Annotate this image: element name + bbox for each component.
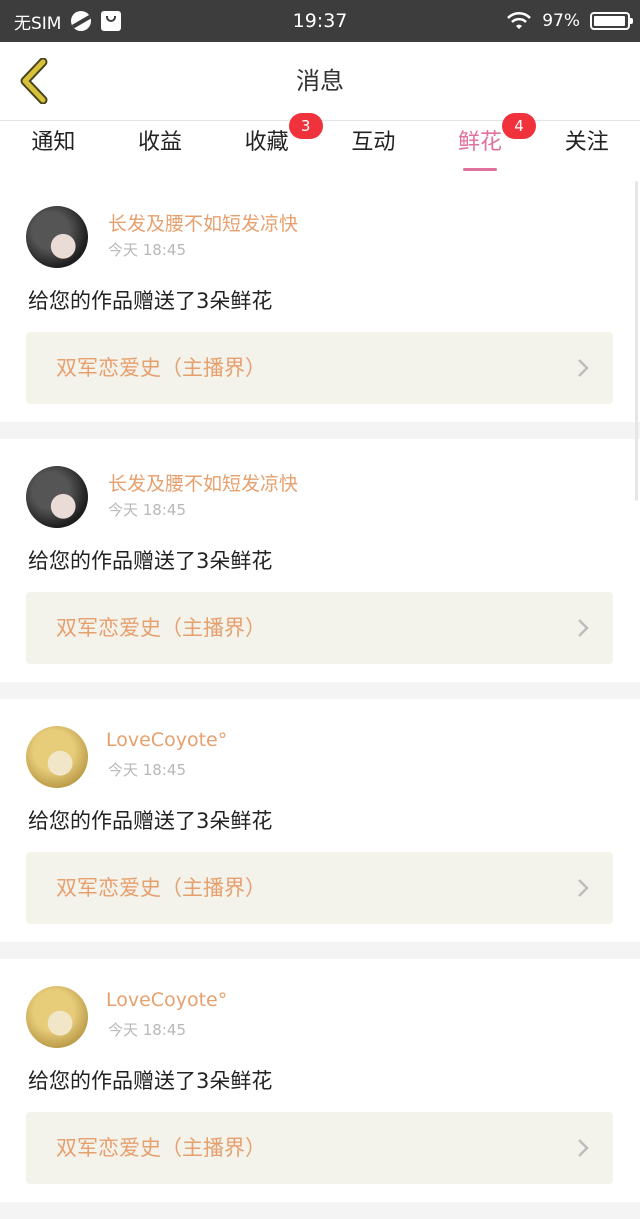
tab-earnings[interactable]: 收益 — [107, 121, 214, 179]
bag-icon — [101, 11, 122, 31]
status-bar: 无SIM 19:37 97% — [0, 0, 640, 42]
work-title: 双军恋爱史（主播界） — [56, 1136, 266, 1160]
chevron-right-icon — [578, 619, 589, 637]
work-link[interactable]: 双军恋爱史（主播界） — [26, 1112, 613, 1184]
message-card: 长发及腰不如短发凉快 今天 18:45 给您的作品赠送了3朵鲜花 双军恋爱史（主… — [0, 439, 640, 682]
username[interactable]: 长发及腰不如短发凉快 — [108, 209, 298, 236]
message-time: 今天 18:45 — [108, 761, 186, 779]
work-link[interactable]: 双军恋爱史（主播界） — [26, 592, 613, 664]
avatar[interactable] — [26, 206, 88, 268]
tab-label: 鲜花 — [458, 130, 503, 155]
tab-label: 通知 — [31, 130, 76, 155]
tab-label: 收藏 — [244, 130, 289, 155]
moon-icon — [71, 11, 92, 31]
tab-bar: 通知 收益 收藏 3 互动 鲜花 4 关注 — [0, 113, 640, 179]
chevron-right-icon — [578, 359, 589, 377]
carrier-label: 无SIM — [14, 13, 62, 34]
chevron-right-icon — [578, 879, 589, 897]
message-text: 给您的作品赠送了3朵鲜花 — [28, 809, 273, 833]
tab-badge: 3 — [288, 113, 323, 139]
chevron-right-icon — [578, 1139, 589, 1157]
wifi-icon — [506, 11, 532, 31]
work-title: 双军恋爱史（主播界） — [56, 616, 266, 640]
message-card: LoveCoyote° 今天 18:45 给您的作品赠送了3朵鲜花 双军恋爱史（… — [0, 959, 640, 1202]
message-card: LoveCoyote° 今天 18:45 给您的作品赠送了3朵鲜花 双军恋爱史（… — [0, 699, 640, 942]
username[interactable]: LoveCoyote° — [106, 989, 227, 1011]
battery-percent: 97% — [542, 11, 580, 31]
avatar[interactable] — [26, 466, 88, 528]
message-time: 今天 18:45 — [108, 501, 186, 519]
battery-fill — [594, 16, 626, 26]
work-title: 双军恋爱史（主播界） — [56, 876, 266, 900]
page-title: 消息 — [296, 67, 344, 95]
work-title: 双军恋爱史（主播界） — [56, 356, 266, 380]
message-list: 长发及腰不如短发凉快 今天 18:45 给您的作品赠送了3朵鲜花 双军恋爱史（主… — [0, 179, 640, 1219]
chevron-left-icon — [20, 58, 48, 104]
tab-interactions[interactable]: 互动 — [320, 121, 427, 179]
message-text: 给您的作品赠送了3朵鲜花 — [28, 1069, 273, 1093]
back-button[interactable] — [14, 56, 54, 106]
tab-notifications[interactable]: 通知 — [0, 121, 107, 179]
username[interactable]: LoveCoyote° — [106, 729, 227, 751]
message-card: 长发及腰不如短发凉快 今天 18:45 给您的作品赠送了3朵鲜花 双军恋爱史（主… — [0, 179, 640, 422]
tab-badge: 4 — [502, 113, 537, 139]
message-time: 今天 18:45 — [108, 1021, 186, 1039]
message-text: 给您的作品赠送了3朵鲜花 — [28, 549, 273, 573]
scrollbar[interactable] — [635, 181, 638, 501]
header: 消息 — [0, 42, 640, 121]
message-text: 给您的作品赠送了3朵鲜花 — [28, 289, 273, 313]
work-link[interactable]: 双军恋爱史（主播界） — [26, 852, 613, 924]
tab-label: 收益 — [138, 130, 183, 155]
status-left: 无SIM — [14, 9, 122, 34]
status-right: 97% — [506, 11, 633, 31]
tab-following[interactable]: 关注 — [533, 121, 640, 179]
username[interactable]: 长发及腰不如短发凉快 — [108, 469, 298, 496]
avatar[interactable] — [26, 726, 88, 788]
tab-flowers[interactable]: 鲜花 4 — [427, 113, 537, 179]
battery-icon — [590, 12, 633, 30]
message-time: 今天 18:45 — [108, 241, 186, 259]
avatar[interactable] — [26, 986, 88, 1048]
work-link[interactable]: 双军恋爱史（主播界） — [26, 332, 613, 404]
tab-label: 互动 — [351, 130, 396, 155]
tab-favorites[interactable]: 收藏 3 — [213, 113, 323, 179]
tab-label: 关注 — [564, 130, 609, 155]
